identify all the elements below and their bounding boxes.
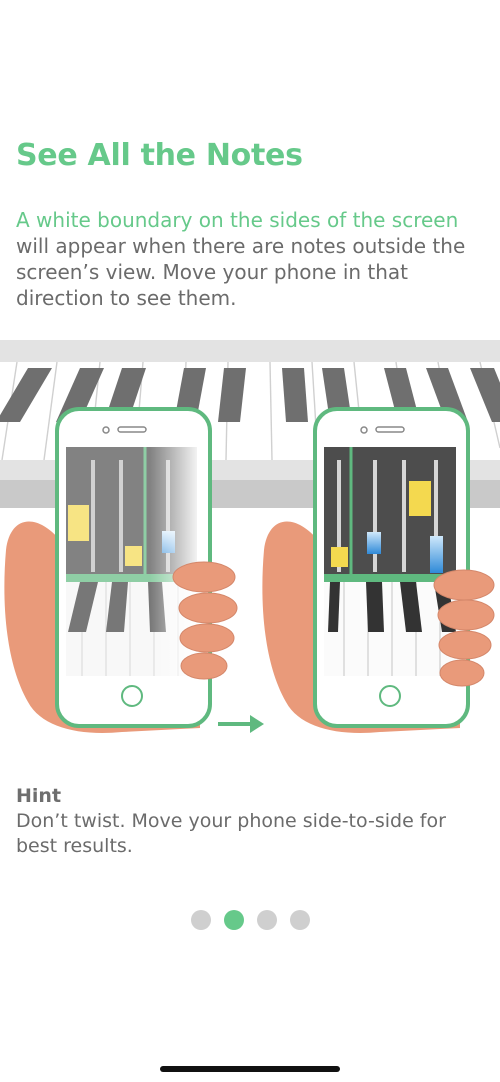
hint: Hint Don’t twist. Move your phone side-t… (16, 784, 486, 859)
description-highlight: A white boundary on the sides of the scr… (16, 208, 459, 232)
hint-text: Don’t twist. Move your phone side-to-sid… (16, 810, 446, 857)
page-dot-4[interactable] (289, 910, 310, 930)
page-dot-3[interactable] (256, 910, 277, 930)
description-rest: will appear when there are notes outside… (16, 234, 466, 310)
hint-title: Hint (16, 785, 62, 807)
page-dot-1[interactable] (190, 910, 211, 930)
description: A white boundary on the sides of the scr… (16, 207, 486, 311)
page-dot-2-active[interactable] (223, 910, 244, 930)
tutorial-illustration (0, 340, 500, 733)
right-arrow-icon (218, 715, 264, 733)
page-indicator[interactable] (0, 910, 500, 930)
home-indicator[interactable] (160, 1066, 340, 1072)
page-title: See All the Notes (16, 138, 303, 173)
